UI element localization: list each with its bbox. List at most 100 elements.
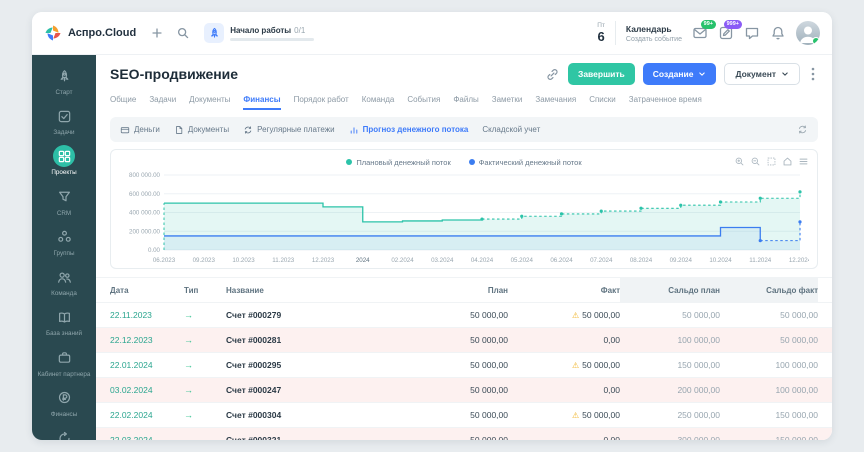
menu-icon[interactable] <box>798 156 809 167</box>
project-tab[interactable]: Финансы <box>243 92 280 110</box>
onboarding-label: Начало работы0/1 <box>230 26 314 35</box>
svg-text:2024: 2024 <box>356 257 370 264</box>
more-options-button[interactable] <box>808 66 818 82</box>
saldo-plan-value: 250 000,00 <box>677 410 720 420</box>
project-tab[interactable]: Файлы <box>453 92 478 110</box>
table-row[interactable]: 22.12.2023→Счет #00028150 000,000,00100 … <box>96 327 832 352</box>
table-row[interactable]: 22.03.2024→Счет #00032150 000,000,00300 … <box>96 427 832 440</box>
table-row[interactable]: 22.01.2024→Счет #00029550 000,00⚠50 000,… <box>96 352 832 377</box>
today-date[interactable]: Пт 6 <box>597 23 605 44</box>
finance-subtab[interactable]: Прогноз денежного потока <box>349 125 469 135</box>
finance-subtab[interactable]: Деньги <box>120 125 160 135</box>
zoom-in-icon[interactable] <box>734 156 745 167</box>
saldo-plan-value: 300 000,00 <box>677 435 720 440</box>
table-row[interactable]: 22.02.2024→Счет #00030450 000,00⚠50 000,… <box>96 402 832 427</box>
sidebar-item-knowledge[interactable]: База знаний <box>34 302 94 342</box>
arrow-right-icon: → <box>184 385 193 395</box>
table-row[interactable]: 03.02.2024→Счет #00024750 000,000,00200 … <box>96 377 832 402</box>
date-link[interactable]: 03.02.2024 <box>110 385 153 395</box>
project-tab[interactable]: Затраченное время <box>629 92 702 110</box>
box-select-icon[interactable] <box>766 156 777 167</box>
invoice-link[interactable]: Счет #000295 <box>226 360 281 370</box>
date-link[interactable]: 22.01.2024 <box>110 360 153 370</box>
plan-value: 50 000,00 <box>470 335 508 345</box>
project-tab[interactable]: Заметки <box>492 92 523 110</box>
column-header[interactable]: Тип <box>184 278 226 302</box>
project-tab[interactable]: События <box>407 92 440 110</box>
project-tab[interactable]: Списки <box>589 92 616 110</box>
date-link[interactable]: 22.02.2024 <box>110 410 153 420</box>
sidebar-item-projects[interactable]: Проекты <box>34 141 94 181</box>
notes-button[interactable]: 999+ <box>718 25 734 41</box>
user-avatar[interactable] <box>796 21 820 45</box>
column-header[interactable]: Сальдо план <box>620 278 720 302</box>
home-icon[interactable] <box>782 156 793 167</box>
plan-value: 50 000,00 <box>470 310 508 320</box>
calendar-widget[interactable]: Календарь Создать событие <box>626 24 682 43</box>
cashflow-table: ДатаТипНазваниеПланФактСальдо планСальдо… <box>96 277 832 440</box>
notifications-button[interactable] <box>770 25 786 41</box>
column-header[interactable]: План <box>400 278 508 302</box>
svg-text:09.2023: 09.2023 <box>193 257 216 264</box>
column-header[interactable]: Факт <box>508 278 620 302</box>
invoice-link[interactable]: Счет #000247 <box>226 385 281 395</box>
project-tab[interactable]: Документы <box>189 92 230 110</box>
arrow-right-icon: → <box>184 410 193 420</box>
bell-icon <box>770 25 786 41</box>
finance-subtab[interactable]: Складской учет <box>482 125 540 134</box>
sidebar-item-start[interactable]: Старт <box>34 61 94 101</box>
project-tab[interactable]: Задачи <box>149 92 176 110</box>
project-tab[interactable]: Порядок работ <box>294 92 349 110</box>
legend-item[interactable]: Фактический денежный поток <box>469 158 582 167</box>
plan-value: 50 000,00 <box>470 360 508 370</box>
sidebar-item-tasks[interactable]: Задачи <box>34 101 94 141</box>
chart-legend: Плановый денежный поток Фактический денеж… <box>119 156 809 168</box>
sync-icon[interactable] <box>797 124 808 135</box>
date-link[interactable]: 22.12.2023 <box>110 335 153 345</box>
legend-item[interactable]: Плановый денежный поток <box>346 158 450 167</box>
date-link[interactable]: 22.11.2023 <box>110 310 152 320</box>
invoice-link[interactable]: Счет #000281 <box>226 335 281 345</box>
app-logo-icon[interactable] <box>44 24 62 42</box>
sidebar-item-groups[interactable]: Группы <box>34 222 94 262</box>
date-link[interactable]: 22.03.2024 <box>110 435 153 440</box>
app-name: Аспро.Cloud <box>68 27 136 39</box>
sidebar-item-label: Старт <box>55 89 72 96</box>
sidebar-item-crm[interactable]: CRM <box>34 182 94 222</box>
column-header[interactable]: Название <box>226 278 400 302</box>
copy-link-icon[interactable] <box>545 67 560 82</box>
finance-subtab[interactable]: Регулярные платежи <box>243 125 335 135</box>
create-button[interactable]: Создание <box>643 63 717 85</box>
sidebar-item-agile[interactable]: Agile <box>34 423 94 440</box>
groups-icon <box>53 226 75 248</box>
sidebar-item-partner[interactable]: Кабинет партнера <box>34 343 94 383</box>
onboarding-widget[interactable]: Начало работы0/1 <box>204 23 314 43</box>
project-tab[interactable]: Общие <box>110 92 136 110</box>
finance-subtab[interactable]: Документы <box>174 125 229 135</box>
saldo-plan-value: 200 000,00 <box>677 385 720 395</box>
svg-text:07.2024: 07.2024 <box>590 257 613 264</box>
quick-add-button[interactable] <box>150 26 164 40</box>
calendar-subtitle: Создать событие <box>626 36 682 43</box>
sidebar-item-team[interactable]: Команда <box>34 262 94 302</box>
invoice-link[interactable]: Счет #000321 <box>226 435 281 440</box>
project-tab[interactable]: Замечания <box>535 92 576 110</box>
project-tab[interactable]: Команда <box>362 92 395 110</box>
complete-button[interactable]: Завершить <box>568 63 635 85</box>
svg-text:08.2024: 08.2024 <box>630 257 653 264</box>
table-row[interactable]: 22.11.2023→Счет #00027950 000,00⚠50 000,… <box>96 302 832 327</box>
invoice-link[interactable]: Счет #000304 <box>226 410 281 420</box>
saldo-fact-value: 150 000,00 <box>775 435 818 440</box>
calendar-title: Календарь <box>626 24 682 34</box>
document-button[interactable]: Документ <box>724 63 800 85</box>
sidebar-item-finance[interactable]: Финансы <box>34 383 94 423</box>
column-header[interactable]: Дата <box>110 278 184 302</box>
zoom-out-icon[interactable] <box>750 156 761 167</box>
cashflow-chart[interactable]: 0.00200 000.00400 000.00600 000.00800 00… <box>119 168 809 266</box>
search-button[interactable] <box>176 26 190 40</box>
sidebar-item-label: Кабинет партнера <box>38 371 91 378</box>
mail-button[interactable]: 99+ <box>692 25 708 41</box>
chat-button[interactable] <box>744 25 760 41</box>
invoice-link[interactable]: Счет #000279 <box>226 310 281 320</box>
column-header[interactable]: Сальдо факт <box>720 278 818 302</box>
